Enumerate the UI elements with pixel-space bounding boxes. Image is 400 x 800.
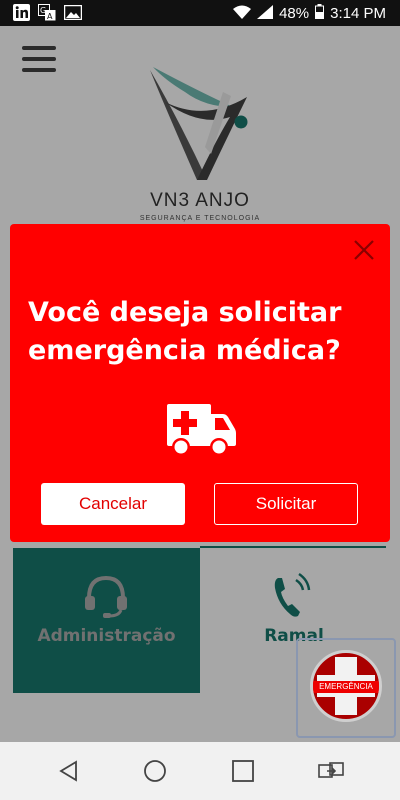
signal-icon xyxy=(257,4,274,23)
emergency-button[interactable]: EMERGÊNCIA xyxy=(310,650,382,722)
emergency-dialog: Você deseja solicitar emergência médica?… xyxy=(10,224,390,542)
back-icon[interactable] xyxy=(54,756,84,786)
logo-tagline: SEGURANÇA E TECNOLOGIA xyxy=(139,215,261,222)
dialog-message: Você deseja solicitar emergência médica? xyxy=(28,297,342,366)
ambulance-icon xyxy=(165,402,237,458)
status-bar: GA 48% 3:14 PM xyxy=(0,0,400,26)
request-button[interactable]: Solicitar xyxy=(214,483,358,525)
phone-ringing-icon xyxy=(274,572,311,617)
emergency-label: EMERGÊNCIA xyxy=(313,681,379,693)
logo-mark-icon xyxy=(150,67,248,180)
recents-icon[interactable] xyxy=(228,756,258,786)
home-icon[interactable] xyxy=(140,756,170,786)
switch-app-icon[interactable] xyxy=(316,756,346,786)
svg-text:A: A xyxy=(47,12,53,21)
battery-percent: 48% xyxy=(279,5,310,22)
logo-name: VN3 ANJO xyxy=(150,190,250,211)
system-indicators: 48% 3:14 PM xyxy=(233,4,386,23)
battery-icon xyxy=(315,4,325,23)
hamburger-menu-icon[interactable] xyxy=(22,46,56,76)
notification-icons: GA xyxy=(12,4,82,21)
headset-icon xyxy=(85,575,127,618)
emergency-fab-focus: EMERGÊNCIA xyxy=(296,638,396,738)
navigation-bar xyxy=(0,742,400,800)
clock: 3:14 PM xyxy=(330,5,386,22)
company-logo: VN3 ANJO SEGURANÇA E TECNOLOGIA xyxy=(135,62,265,232)
linkedin-icon xyxy=(12,4,30,21)
cancel-button[interactable]: Cancelar xyxy=(41,483,185,525)
translate-icon: GA xyxy=(38,4,56,21)
tile-administracao-label: Administração xyxy=(37,626,176,646)
wifi-icon xyxy=(233,5,252,23)
image-icon xyxy=(64,4,82,21)
tile-administracao[interactable]: Administração xyxy=(13,548,200,693)
close-icon[interactable] xyxy=(352,238,376,262)
